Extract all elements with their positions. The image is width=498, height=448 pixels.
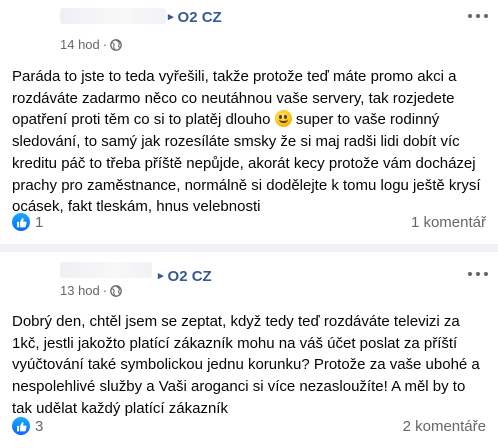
post-footer: 3 2 komentáře	[12, 416, 486, 436]
post-body: Paráda to jste to teda vyřešili, takže p…	[12, 66, 486, 218]
redacted-commenter-name	[60, 8, 166, 24]
more-options-icon[interactable]	[468, 12, 488, 20]
post-card-1: ▸ O2 CZ 14 hod · Paráda to jste to teda v…	[0, 0, 498, 244]
arrow-separator-icon: ▸	[158, 270, 164, 282]
post-time[interactable]: 14 hod	[60, 37, 100, 52]
post-body: Dobrý den, chtěl jsem se zeptat, když te…	[12, 311, 486, 420]
more-options-icon[interactable]	[468, 270, 488, 278]
post-time[interactable]: 13 hod	[60, 283, 100, 298]
comments-count[interactable]: 2 komentáře	[403, 418, 486, 435]
arrow-separator-icon: ▸	[168, 11, 174, 23]
comments-count[interactable]: 1 komentář	[411, 214, 486, 231]
author-name[interactable]: O2 CZ	[168, 268, 212, 285]
post-meta: 14 hod ·	[60, 37, 122, 52]
page-link[interactable]: ▸ O2 CZ	[168, 9, 222, 26]
reaction-count: 1	[35, 213, 44, 231]
post-text: Dobrý den, chtěl jsem se zeptat, když te…	[12, 313, 480, 417]
reactions-summary[interactable]: 3	[12, 417, 43, 435]
reactions-summary[interactable]: 1	[12, 213, 43, 231]
globe-icon	[110, 38, 122, 51]
post-header: ▸ O2 CZ	[0, 6, 498, 28]
reaction-count: 3	[35, 417, 44, 435]
redacted-commenter-name	[60, 262, 152, 278]
meta-separator: ·	[102, 283, 108, 298]
author-name[interactable]: O2 CZ	[178, 9, 222, 26]
like-reaction-icon	[12, 417, 30, 435]
post-footer: 1 1 komentář	[12, 212, 486, 232]
globe-icon	[110, 284, 122, 297]
post-header: ▸ O2 CZ	[0, 260, 498, 285]
laughing-face-emoji	[274, 110, 292, 128]
meta-separator: ·	[102, 37, 108, 52]
post-card-2: ▸ O2 CZ 13 hod · Dobrý den, chtěl jsem se…	[0, 252, 498, 448]
page-link[interactable]: ▸ O2 CZ	[158, 268, 212, 285]
like-reaction-icon	[12, 213, 30, 231]
post-meta: 13 hod ·	[60, 283, 122, 298]
